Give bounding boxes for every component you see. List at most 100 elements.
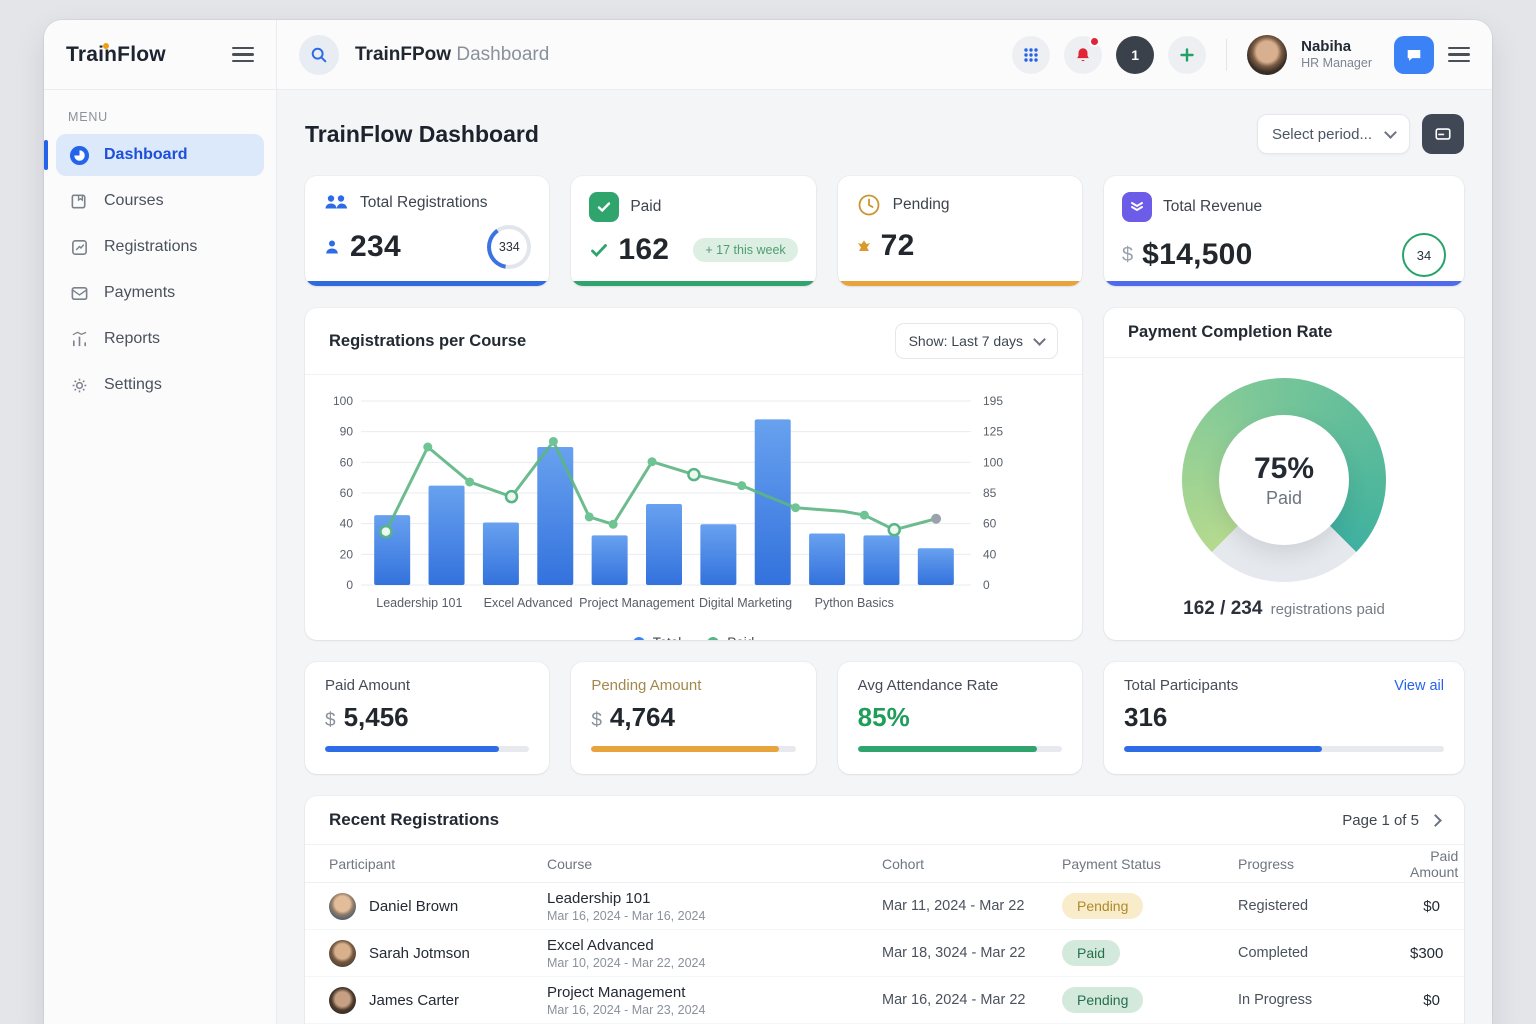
paid-amount-value: $0 (1410, 898, 1440, 915)
svg-text:0: 0 (983, 578, 990, 592)
sidebar-item-reports[interactable]: Reports (56, 318, 264, 360)
period-select[interactable]: Select period... (1257, 114, 1410, 154)
progress-fill (325, 746, 499, 752)
counter-badge[interactable]: 1 (1116, 36, 1154, 74)
table-row[interactable]: Daniel Brown Leadership 101 Mar 16, 2024… (305, 883, 1464, 930)
counter-value: 1 (1131, 47, 1139, 63)
chart-legend: Total Paid (305, 633, 1082, 640)
pagination-label: Page 1 of 5 (1342, 812, 1419, 829)
sidebar-item-dashboard[interactable]: Dashboard (56, 134, 264, 176)
status-badge: Pending (1062, 987, 1143, 1013)
add-button[interactable] (1168, 36, 1206, 74)
column-header[interactable]: Progress (1238, 856, 1410, 872)
stat-card-total-registrations: Total Registrations 234 334 (305, 176, 549, 286)
window-title-secondary: Dashboard (456, 44, 549, 65)
search-button[interactable] (299, 35, 339, 75)
svg-text:195: 195 (983, 394, 1003, 408)
column-header[interactable]: Course (547, 856, 882, 872)
progress-track (591, 746, 795, 752)
header-menu-icon[interactable] (1448, 47, 1470, 63)
recent-registrations-card: Recent Registrations Page 1 of 5 Partici… (305, 796, 1464, 1024)
window-title: TrainFPow Dashboard (355, 44, 549, 66)
svg-text:100: 100 (983, 455, 1003, 469)
svg-text:100: 100 (333, 394, 353, 408)
weekly-change-pill: + 17 this week (693, 238, 797, 262)
apps-grid-icon (1023, 47, 1039, 63)
card-accent (571, 281, 815, 286)
column-header[interactable]: Cohort (882, 856, 1062, 872)
check-square-icon (589, 192, 619, 222)
sidebar-item-label: Courses (104, 192, 164, 210)
check-icon (589, 240, 609, 260)
clock-icon (856, 192, 882, 218)
chevron-down-icon (1033, 333, 1046, 346)
course-dates: Mar 16, 2024 - Mar 23, 2024 (547, 1003, 882, 1017)
sidebar-item-payments[interactable]: Payments (56, 272, 264, 314)
sidebar-item-courses[interactable]: Courses (56, 180, 264, 222)
table-row[interactable]: Sarah Jotmson Excel Advanced Mar 10, 202… (305, 930, 1464, 977)
charts-row: Registrations per Course Show: Last 7 da… (305, 308, 1464, 640)
participant-name: James Carter (369, 992, 459, 1009)
svg-text:20: 20 (340, 547, 354, 561)
column-header[interactable]: Paid Amount (1410, 848, 1458, 880)
credit-card-icon (1434, 125, 1452, 143)
table-row[interactable]: James Carter Project Management Mar 16, … (305, 977, 1464, 1024)
app-window: TrainFlow MENU Dashboard Courses (44, 20, 1492, 1024)
participant-name: Sarah Jotmson (369, 945, 470, 962)
avatar (329, 893, 356, 920)
progress-track (325, 746, 529, 752)
bar-line-chart: 100195901256010060854060204000Leadership… (305, 375, 1082, 633)
main-area: TrainFPow Dashboard 1 (277, 20, 1492, 1024)
sidebar-item-settings[interactable]: Settings (56, 364, 264, 406)
column-header[interactable]: Participant (329, 856, 547, 872)
donut-percentage: 75% (1254, 452, 1314, 486)
avatar (329, 987, 356, 1014)
svg-text:40: 40 (340, 517, 354, 531)
payments-icon (68, 282, 90, 304)
toolbar-divider (1226, 39, 1227, 71)
mini-label: Paid Amount (325, 677, 410, 694)
stats-row: Total Registrations 234 334 (305, 176, 1464, 308)
column-header[interactable]: Payment Status (1062, 856, 1238, 872)
registrations-icon (68, 236, 90, 258)
sidebar-collapse-icon[interactable] (232, 47, 254, 63)
chat-button[interactable] (1394, 36, 1434, 74)
view-all-link[interactable]: View ail (1394, 678, 1444, 694)
svg-text:Leadership 101: Leadership 101 (376, 596, 462, 610)
course-name: Project Management (547, 984, 882, 1001)
legend-dot-paid (707, 637, 719, 641)
users-icon (323, 192, 349, 214)
cohort-dates: Mar 18, 3024 - Mar 22 (882, 945, 1062, 961)
stat-value: 234 (350, 230, 401, 264)
app-logo: TrainFlow (66, 43, 166, 67)
apps-grid-button[interactable] (1012, 36, 1050, 74)
table-title: Recent Registrations (329, 810, 499, 830)
registrations-ring-badge: 334 (487, 225, 531, 269)
stat-value: $14,500 (1142, 238, 1253, 272)
paid-amount-card: Paid Amount $ 5,456 (305, 662, 549, 774)
card-view-button[interactable] (1422, 114, 1464, 154)
stat-value: 162 (618, 233, 669, 267)
content: TrainFlow Dashboard Select period... (277, 90, 1492, 1024)
ring-badge-value: 334 (491, 229, 527, 265)
notifications-button[interactable] (1064, 36, 1102, 74)
notification-dot (1089, 36, 1100, 47)
chart-filter-select[interactable]: Show: Last 7 days (895, 323, 1058, 359)
cohort-dates: Mar 16, 2024 - Mar 22 (882, 992, 1062, 1008)
courses-icon (68, 190, 90, 212)
dollar-icon: $ (591, 710, 602, 732)
svg-text:125: 125 (983, 425, 1003, 439)
user-avatar[interactable] (1247, 35, 1287, 75)
dashboard-icon (68, 144, 90, 166)
donut-caption: 162 / 234 registrations paid (1183, 598, 1385, 620)
svg-text:60: 60 (340, 455, 354, 469)
legend-dot-total (633, 637, 645, 641)
progress-fill (591, 746, 779, 752)
chevron-right-icon[interactable] (1429, 814, 1442, 827)
card-accent (838, 281, 1082, 286)
sidebar-item-registrations[interactable]: Registrations (56, 226, 264, 268)
search-icon (310, 46, 328, 64)
card-accent (1104, 281, 1464, 286)
sidebar-item-label: Payments (104, 284, 175, 302)
chevron-down-icon (1384, 126, 1397, 139)
